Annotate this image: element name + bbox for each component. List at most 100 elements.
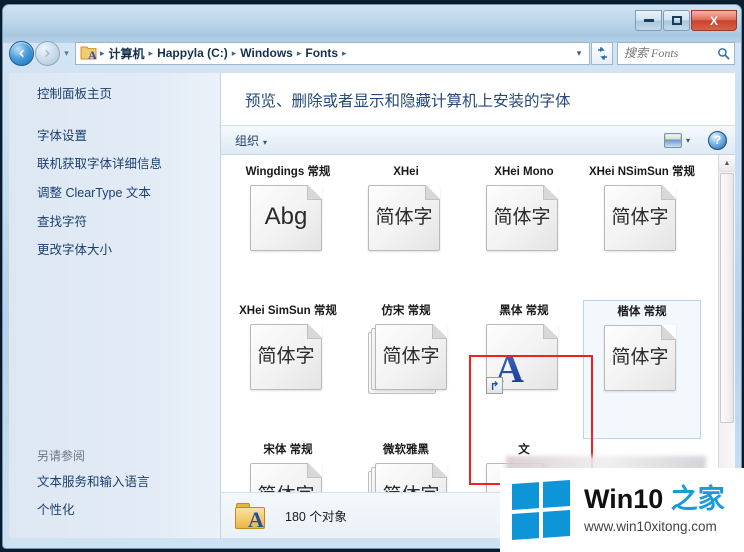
font-item-label: XHei SimSun 常规 [239,305,337,317]
font-family-icon: 简体字 [368,463,447,492]
windows-logo-icon [512,479,570,541]
logo-pane [512,512,539,541]
font-preview-text: 简体字 [611,205,669,228]
watermark-title: Win10 之家 [584,484,725,514]
font-item[interactable]: 宋体 常规 简体字 [229,439,347,492]
fonts-folder-icon: A [235,501,269,531]
see-also-heading: 另请参阅 [37,448,86,463]
vertical-scrollbar[interactable]: ▲ [718,155,735,492]
sidebar-item-font-settings[interactable]: 字体设置 [37,129,213,145]
font-preview-text: 简体字 [375,205,433,228]
chevron-down-icon[interactable]: ▾ [571,48,587,59]
font-family-icon: 简体字 [368,324,447,394]
sidebar-item-control-panel-home[interactable]: 控制面板主页 [37,87,213,103]
font-item[interactable]: XHei NSimSun 常规 简体字 [583,161,701,300]
page-fold-icon [307,324,322,339]
font-item-label: 黑体 常规 [499,305,549,317]
font-preview-text: 简体字 [493,205,551,228]
minimize-icon [643,19,654,22]
sidebar-item-find-character[interactable]: 查找字符 [37,215,213,231]
change-view-caret-icon[interactable]: ▾ [682,133,694,148]
page-fold-icon [425,185,440,200]
logo-pane [512,482,539,511]
logo-pane [543,509,570,538]
font-shortcut-icon: A ↱ [486,324,562,394]
font-item-label: 宋体 常规 [263,444,313,456]
sidebar-item-change-font-size[interactable]: 更改字体大小 [37,243,213,259]
address-bar: ▾ A ▸ 计算机 ▸ Happyla (C:) ▸ Windows ▸ Fon… [3,35,741,71]
screenshot-root: X ▾ A ▸ 计算机 ▸ Happyla (C:) ▸ Windows ▸ F… [0,0,744,552]
page-fold-icon [307,463,322,478]
chevron-down-icon: ▾ [263,137,268,147]
font-preview-text: 简体字 [611,345,669,368]
font-item-label: 微软雅黑 [383,444,429,456]
watermark-text: Win10 之家 www.win10xitong.com [584,484,725,535]
sidebar-item-text-services[interactable]: 文本服务和输入语言 [37,475,213,491]
font-item-highlighted[interactable]: 黑体 常规 A ↱ [465,300,583,439]
font-file-icon: 简体字 [368,185,444,253]
sidebar-item-personalization[interactable]: 个性化 [37,503,213,519]
breadcrumb-item-computer[interactable]: 计算机 [106,45,148,62]
shortcut-arrow-icon: ↱ [486,377,503,394]
breadcrumb-item-fonts[interactable]: Fonts [302,46,341,60]
page-fold-icon [432,463,447,478]
page-title: 预览、删除或者显示和隐藏计算机上安装的字体 [245,93,571,110]
breadcrumb-item-drive[interactable]: Happyla (C:) [154,46,231,60]
help-button[interactable]: ? [708,130,727,150]
font-item-selected[interactable]: 楷体 常规 简体字 [583,300,701,439]
font-item[interactable]: 微软雅黑 简体字 [347,439,465,492]
breadcrumb-separator: ▸ [342,47,347,58]
search-icon [717,47,730,60]
forward-button[interactable] [35,40,60,66]
font-item[interactable]: Wingdings 常规 Abg [229,161,347,300]
font-preview-text: 简体字 [382,485,439,492]
font-preview-text: 简体字 [257,485,314,492]
font-item[interactable]: XHei Mono 简体字 [465,161,583,300]
letter-a-glyph: A [248,506,264,532]
forward-arrow-icon [45,48,50,58]
recent-pages-button[interactable]: ▾ [60,48,73,59]
refresh-button[interactable] [591,41,613,65]
font-item-label: 仿宋 常规 [381,305,431,317]
back-arrow-icon [19,48,24,58]
font-file-icon: 简体字 [604,185,680,253]
scrollbar-thumb[interactable] [720,173,734,423]
change-view-icon[interactable] [663,132,682,148]
minimize-button[interactable] [635,10,662,31]
watermark-overlay: Win10 之家 www.win10xitong.com [500,468,744,552]
search-input[interactable] [622,44,717,62]
font-preview-text: 简体字 [257,344,315,367]
navigation-pane: 控制面板主页 字体设置 联机获取字体详细信息 调整 ClearType 文本 查… [9,73,221,538]
font-preview-text: Abg [264,203,308,230]
breadcrumb-bar[interactable]: A ▸ 计算机 ▸ Happyla (C:) ▸ Windows ▸ Fonts… [75,41,590,65]
font-item[interactable]: 仿宋 常规 简体字 [347,300,465,439]
see-also-section: 另请参阅 文本服务和输入语言 个性化 [37,447,213,532]
page-fold-icon [661,325,676,340]
font-file-icon: 简体字 [604,325,680,393]
font-file-icon: 简体字 [250,463,326,492]
organize-label: 组织 [235,133,260,148]
close-button[interactable]: X [691,10,737,31]
organize-button[interactable]: 组织 ▾ [229,129,273,152]
sidebar-item-get-font-details-online[interactable]: 联机获取字体详细信息 [37,157,213,173]
font-item-label: Wingdings 常规 [245,166,331,178]
item-count-label: 180 个对象 [285,510,347,524]
watermark-title-en: Win10 [584,484,671,514]
maximize-button[interactable] [663,10,690,31]
page-fold-icon [543,324,558,339]
watermark-title-zh: 之家 [670,484,725,514]
back-button[interactable] [9,40,34,66]
font-item[interactable]: XHei 简体字 [347,161,465,300]
font-file-icon: 简体字 [250,324,326,392]
sidebar-item-adjust-cleartype[interactable]: 调整 ClearType 文本 [37,186,213,202]
font-item-label: XHei [393,166,419,178]
font-item[interactable]: XHei SimSun 常规 简体字 [229,300,347,439]
page-fold-icon [432,324,447,339]
watermark-url: www.win10xitong.com [584,519,717,534]
search-box[interactable] [617,41,735,65]
font-item-label: XHei NSimSun 常规 [588,166,696,178]
breadcrumb-item-windows[interactable]: Windows [237,46,296,60]
font-file-icon: 简体字 [486,185,562,253]
font-grid: Wingdings 常规 Abg XHei 简体字 XHei Mono 简体字 … [221,155,718,492]
scroll-up-button[interactable]: ▲ [719,155,735,172]
